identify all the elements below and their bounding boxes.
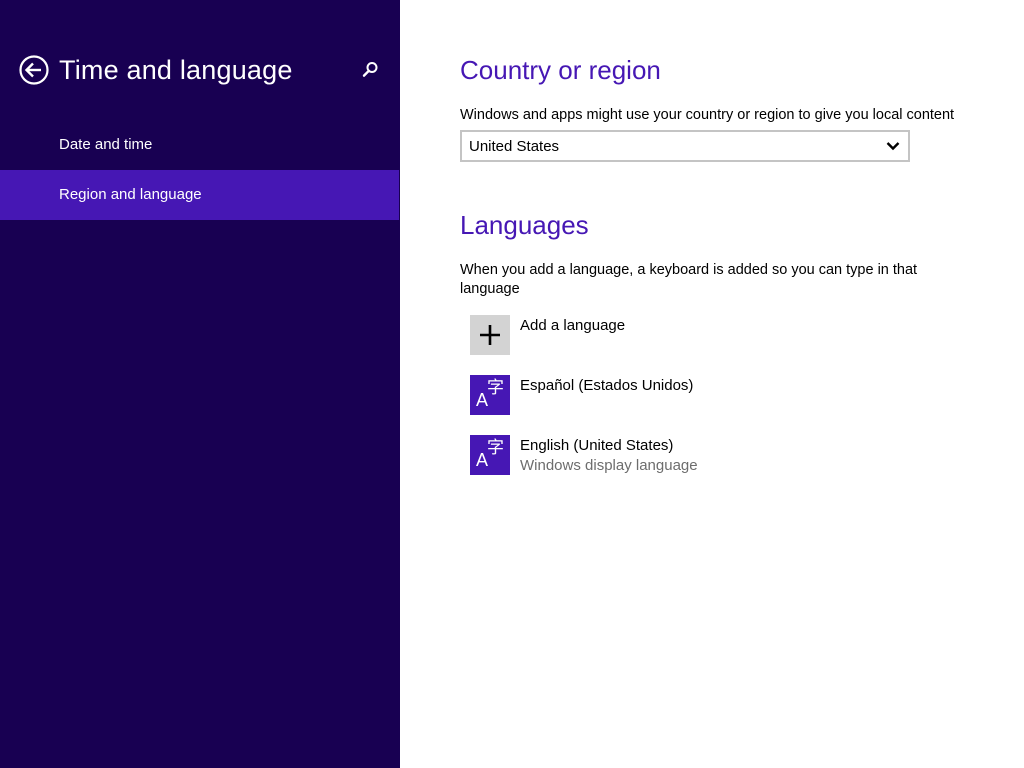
chevron-down-icon [886,142,900,151]
language-name: Español (Estados Unidos) [520,377,694,394]
language-icon: A 字 [470,375,510,415]
language-item-english[interactable]: A 字 English (United States) Windows disp… [470,435,770,479]
language-name: English (United States) [520,437,674,454]
language-subtitle: Windows display language [520,457,698,474]
sidebar-item-date-and-time[interactable]: Date and time [0,120,399,170]
sidebar: Time and language Date and time Region a… [0,0,400,768]
plus-icon-glyph [480,325,500,345]
language-icon: A 字 [470,435,510,475]
back-arrow-icon [19,55,49,85]
language-icon-cjk-glyph: 字 [487,438,504,457]
sidebar-item-region-and-language[interactable]: Region and language [0,170,399,220]
country-select[interactable]: United States [460,130,910,162]
sidebar-item-label: Region and language [59,186,202,203]
settings-window: Time and language Date and time Region a… [0,0,1024,768]
languages-description-line: When you add a language, a keyboard is a… [460,262,918,278]
country-select-value: United States [469,138,560,155]
back-button[interactable] [19,55,49,85]
page-title: Time and language [59,55,293,85]
plus-icon [470,315,510,355]
language-icon-cjk-glyph: 字 [487,378,504,397]
language-item-espanol[interactable]: A 字 Español (Estados Unidos) [470,375,770,419]
search-icon [362,62,378,77]
country-description: Windows and apps might use your country … [460,107,955,123]
sidebar-item-label: Date and time [59,136,153,153]
languages-description-line: language [460,281,520,297]
country-heading: Country or region [460,55,661,85]
add-language-label: Add a language [520,317,626,334]
languages-heading: Languages [460,210,589,240]
search-button[interactable] [360,60,380,80]
add-language-button[interactable]: Add a language [470,315,770,359]
languages-description: When you add a language, a keyboard is a… [460,261,917,299]
